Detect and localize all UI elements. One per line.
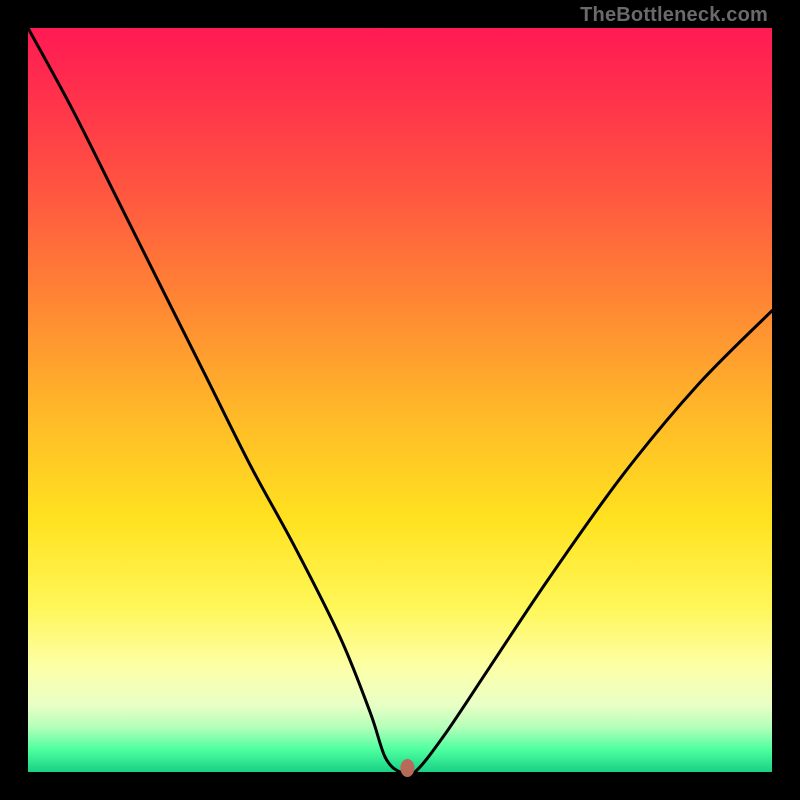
watermark-text: TheBottleneck.com	[580, 4, 768, 27]
bottleneck-curve	[28, 28, 772, 772]
optimum-marker	[400, 759, 414, 777]
chart-frame: TheBottleneck.com	[0, 0, 800, 800]
plot-area	[28, 28, 772, 772]
